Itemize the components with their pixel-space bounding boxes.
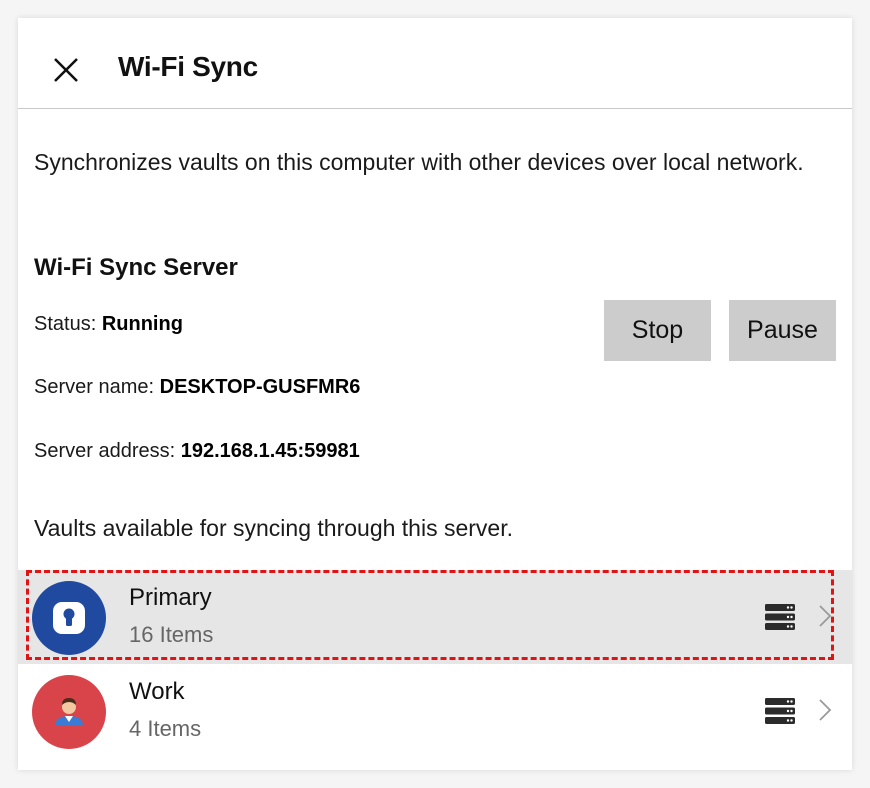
server-address: Server address: 192.168.1.45:59981 [34, 440, 360, 463]
server-address-label: Server address: [34, 440, 176, 462]
close-button[interactable] [48, 53, 84, 89]
server-section-title: Wi-Fi Sync Server [34, 254, 238, 281]
vault-row-work[interactable]: Work 4 Items [18, 664, 852, 758]
pause-button[interactable]: Pause [729, 300, 836, 361]
vault-item-count: 16 Items [129, 622, 214, 647]
lock-icon [53, 602, 85, 634]
vault-avatar [32, 675, 106, 749]
chevron-right-icon [819, 699, 832, 721]
close-icon [54, 58, 78, 82]
server-name-label: Server name: [34, 376, 155, 398]
status-value: Running [101, 313, 183, 335]
panel-header: Wi-Fi Sync [18, 18, 852, 109]
vault-avatar [32, 581, 106, 655]
vault-name: Work [129, 678, 185, 705]
stop-button[interactable]: Stop [604, 300, 711, 361]
server-icon [765, 604, 795, 630]
server-address-value: 192.168.1.45:59981 [180, 440, 360, 462]
status-label: Status: [34, 313, 97, 335]
server-name: Server name: DESKTOP-GUSFMR6 [34, 376, 360, 399]
vault-name: Primary [129, 584, 212, 611]
chevron-right-icon [819, 605, 832, 627]
page-title: Wi-Fi Sync [118, 51, 258, 82]
vault-row-primary[interactable]: Primary 16 Items [18, 570, 852, 664]
person-icon [55, 698, 83, 726]
server-status: Status: Running [34, 313, 183, 336]
wifi-sync-panel: Wi-Fi Sync Synchronizes vaults on this c… [18, 18, 852, 770]
server-name-value: DESKTOP-GUSFMR6 [159, 376, 361, 398]
description-text: Synchronizes vaults on this computer wit… [34, 149, 804, 175]
server-icon [765, 698, 795, 724]
vaults-caption: Vaults available for syncing through thi… [34, 515, 513, 541]
vault-item-count: 4 Items [129, 716, 202, 741]
